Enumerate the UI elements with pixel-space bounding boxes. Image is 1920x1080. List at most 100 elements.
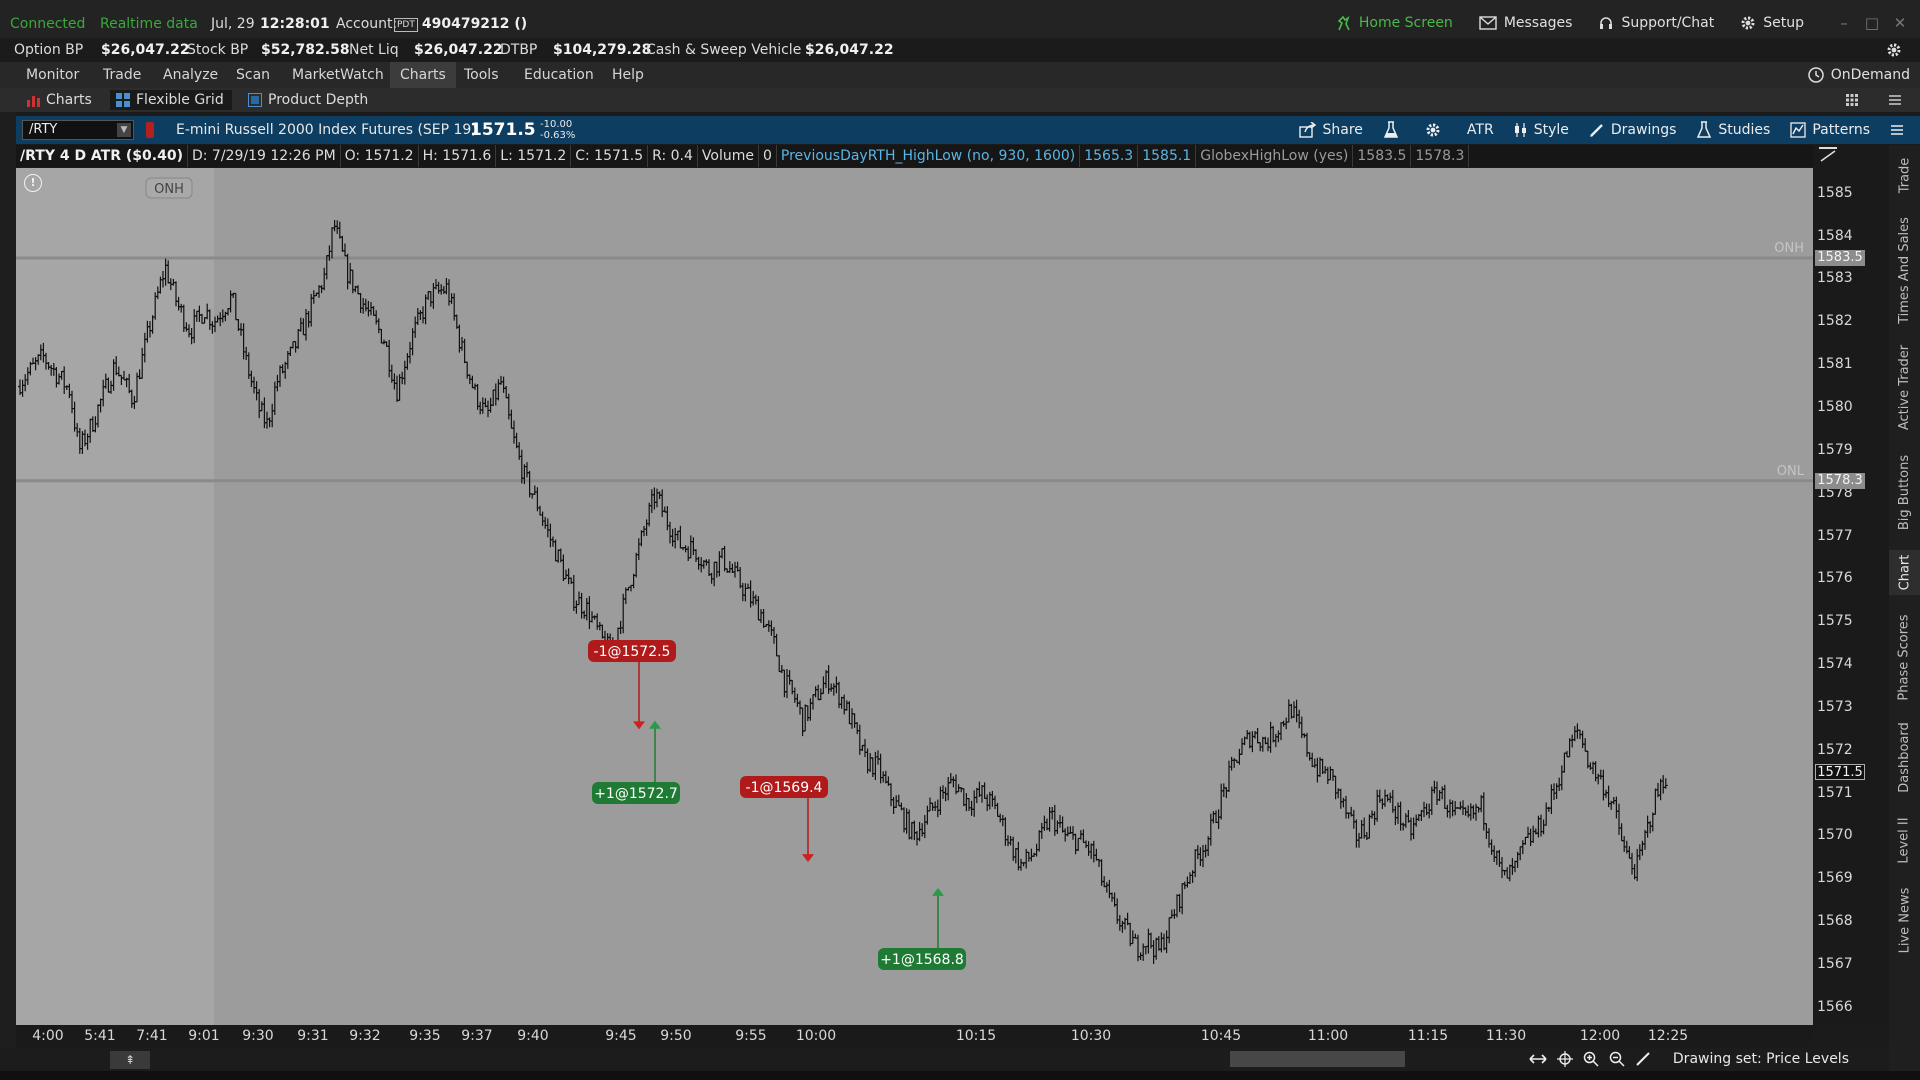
scroll-to-top-button[interactable]: ⇞ [110,1051,150,1069]
menu-charts[interactable]: Charts [390,62,456,88]
price-bar [597,621,602,631]
price-bar [777,655,782,673]
price-bar [753,594,758,605]
sell-trade-marker[interactable]: -1@1572.5 [588,640,676,730]
price-tick-label: 1575 [1817,613,1853,630]
price-axis[interactable]: 1566 1567 1568 1569 1570 1571 1572 1573 1574 1575… [1813,145,1889,1025]
menu-lines-icon[interactable] [1888,93,1902,107]
menu-help[interactable]: Help [602,62,654,88]
stock-bp-value: $52,782.58 [261,42,350,58]
link-color-flag[interactable] [146,122,154,138]
side-tab-trade[interactable]: Trade [1889,155,1920,195]
price-bar [1006,835,1010,847]
price-bar [974,787,979,804]
minimize-button[interactable]: – [1830,14,1858,32]
draw-line-icon[interactable] [1635,1051,1651,1067]
side-tab-times-and-sales[interactable]: Times And Sales [1889,215,1920,325]
price-chart[interactable]: ONH ONL ONH -1@1572.5 +1@1572.7 -1@1569.4 +1@1… [16,168,1813,1025]
menu-analyze[interactable]: Analyze [153,62,228,88]
price-bar [1273,733,1278,748]
side-tab-big-buttons[interactable]: Big Buttons [1889,450,1920,535]
price-bar [696,556,701,570]
buy-trade-marker[interactable]: +1@1568.8 [878,887,966,970]
ondemand-button[interactable]: OnDemand [1807,62,1910,88]
price-bar [1175,894,1179,918]
sell-trade-marker[interactable]: -1@1569.4 [740,776,828,863]
home-screen-button[interactable]: Home Screen [1336,15,1453,31]
chart-settings-button[interactable] [1425,122,1447,138]
tab-flexible-grid[interactable]: Flexible Grid [110,90,232,110]
menu-trade[interactable]: Trade [93,62,151,88]
layout-grid-icon[interactable] [1846,94,1858,106]
pan-icon[interactable] [1529,1052,1547,1066]
zoom-out-icon[interactable] [1609,1051,1625,1067]
studies-button[interactable]: Studies [1696,121,1770,139]
price-bar [1565,750,1569,758]
price-bar [662,506,667,513]
info-icon[interactable]: ! [24,174,42,192]
price-bar [688,535,693,559]
price-bar [254,381,259,401]
menu-education[interactable]: Education [514,62,604,88]
zoom-in-icon[interactable] [1583,1051,1599,1067]
side-tab-level-ii[interactable]: Level II [1889,810,1920,870]
price-bar [785,669,789,699]
crosshair-icon[interactable] [1556,1051,1573,1067]
ondemand-clock-icon [1807,67,1824,83]
price-chart-svg[interactable]: ONH ONL ONH -1@1572.5 +1@1572.7 -1@1569.4 +1@1… [16,168,1813,1025]
patterns-button[interactable]: Patterns [1790,122,1870,138]
symbol-description: E-mini Russell 2000 Index Futures (SEP 1… [176,122,477,138]
atr-button[interactable]: ATR [1467,122,1494,138]
stock-bp-label: Stock BP [187,42,249,58]
side-tab-chart[interactable]: Chart [1889,550,1920,595]
side-tab-dashboard[interactable]: Dashboard [1889,715,1920,800]
settings-gear-icon[interactable] [1886,42,1902,58]
price-tick-label: 1577 [1817,527,1853,544]
messages-button[interactable]: Messages [1479,15,1572,31]
drawings-button[interactable]: Drawings [1589,122,1676,138]
horizontal-scrollbar[interactable] [1230,1051,1405,1067]
flask-button[interactable] [1383,121,1405,139]
menu-marketwatch[interactable]: MarketWatch [282,62,394,88]
price-bar [1086,841,1091,856]
tab-product-depth[interactable]: Product Depth [242,90,376,110]
side-tab-phase-scores[interactable]: Phase Scores [1889,610,1920,705]
price-bar [1268,721,1273,753]
price-bar [249,370,254,388]
cash-sweep-value: $26,047.22 [805,42,894,58]
chart-menu-button[interactable] [1890,123,1910,137]
style-button[interactable]: Style [1514,122,1569,138]
drawing-set-label[interactable]: Drawing set: Price Levels [1673,1051,1849,1067]
buy-trade-marker[interactable]: +1@1572.7 [592,720,680,804]
close-button[interactable]: ✕ [1886,14,1914,32]
ondemand-label: OnDemand [1830,67,1910,83]
price-bar [668,521,672,544]
price-bar [1219,783,1224,820]
price-bar [1510,858,1515,875]
time-axis[interactable]: 4:00 5:41 7:41 9:01 9:30 9:31 9:32 9:35 9:37 9:40… [16,1025,1813,1047]
symbol-selector[interactable]: /RTY ▼ [22,120,134,140]
menu-tools[interactable]: Tools [454,62,509,88]
side-tab-live-news[interactable]: Live News [1889,880,1920,960]
menu-monitor[interactable]: Monitor [16,62,89,88]
price-bar [366,300,371,317]
menu-scan[interactable]: Scan [226,62,280,88]
side-tab-active-trader[interactable]: Active Trader [1889,340,1920,435]
maximize-button[interactable]: □ [1858,14,1886,32]
share-button[interactable]: Share [1298,122,1363,138]
support-chat-button[interactable]: Support/Chat [1598,15,1714,31]
price-bar [720,548,724,559]
tab-charts[interactable]: Charts [20,90,100,110]
chevron-down-icon[interactable]: ▼ [117,123,131,137]
axis-expand-icon[interactable] [1819,147,1837,163]
study-globex-highlow[interactable]: GlobexHighLow (yes) [1196,145,1354,167]
study-prevday-highlow[interactable]: PreviousDayRTH_HighLow (no, 930, 1600) [777,145,1081,167]
price-bar [233,292,238,321]
price-bar [951,776,956,788]
net-change: -10.00 [540,119,573,130]
balances-bar: Option BP $26,047.22 Stock BP $52,782.58… [0,38,1920,62]
price-bar [387,339,392,378]
setup-button[interactable]: Setup [1740,15,1804,31]
price-bar [1562,752,1567,773]
account-selector[interactable]: PDT 490479212 () [390,14,527,34]
